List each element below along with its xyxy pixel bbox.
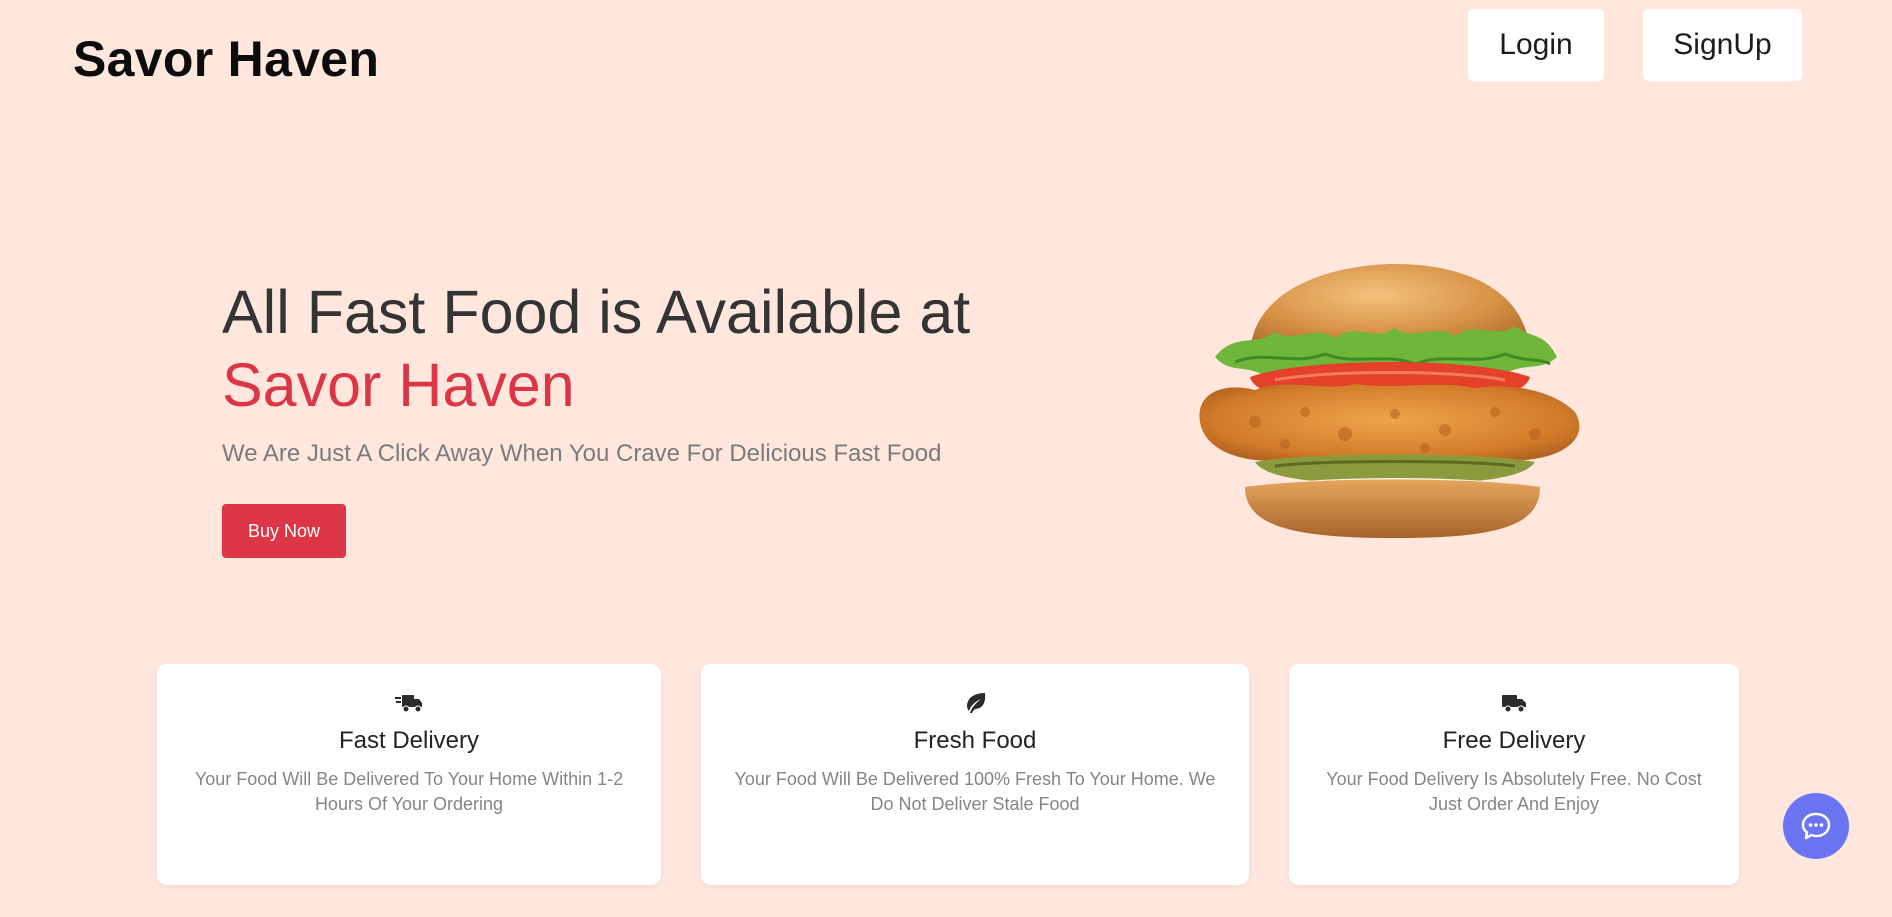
brand-logo[interactable]: Savor Haven [73,30,379,88]
feature-card-fast-delivery: Fast Delivery Your Food Will Be Delivere… [157,664,661,885]
feature-title: Fresh Food [913,727,1037,754]
shipping-fast-icon [395,695,422,713]
chat-bubble-icon [1801,812,1831,840]
feature-title: Free Delivery [1442,727,1586,754]
leaf-icon [967,693,986,713]
hero-title: All Fast Food is Available at Savor Have… [222,276,970,422]
signup-button[interactable]: SignUp [1643,9,1802,81]
feature-text: Your Food Delivery Is Absolutely Free. N… [1326,769,1702,814]
feature-card-free-delivery: Free Delivery Your Food Delivery Is Abso… [1289,664,1739,885]
buy-now-button[interactable]: Buy Now [222,504,346,558]
feature-text: Your Food Will Be Delivered To Your Home… [194,769,624,814]
feature-text: Your Food Will Be Delivered 100% Fresh T… [734,769,1216,814]
login-button[interactable]: Login [1468,9,1604,81]
feature-title: Fast Delivery [338,727,480,754]
landing-page: Savor Haven Login SignUp All Fast Food i… [0,0,1892,917]
hero-title-line: All Fast Food is Available at [222,278,971,346]
feature-card-fresh-food: Fresh Food Your Food Will Be Delivered 1… [701,664,1249,885]
burger-image [1199,264,1580,538]
hero-title-accent: Savor Haven [222,351,575,419]
chat-button[interactable] [1783,793,1849,859]
truck-icon [1502,695,1526,713]
hero-subtitle: We Are Just A Click Away When You Crave … [222,440,942,467]
